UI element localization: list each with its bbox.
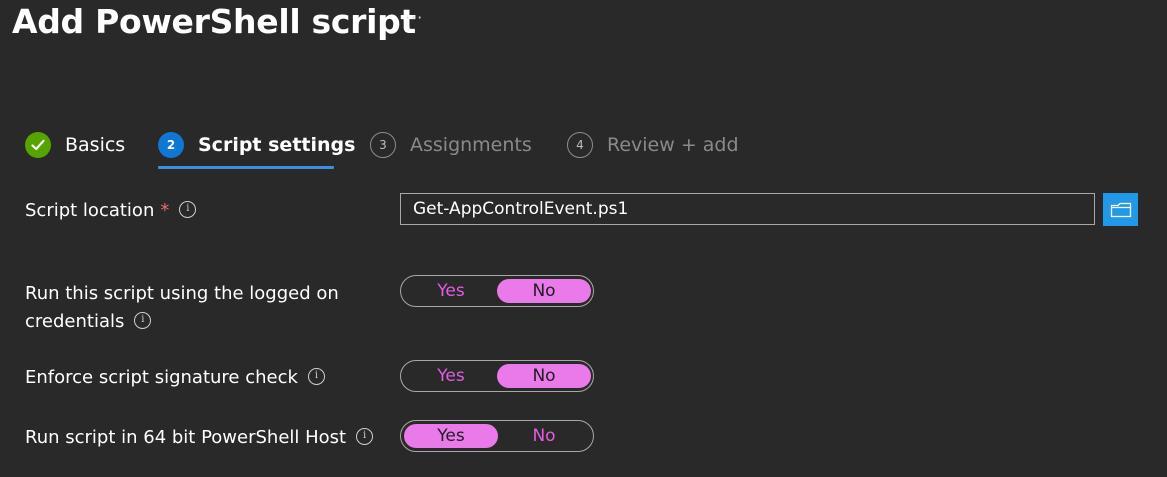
active-step-underline bbox=[158, 166, 334, 169]
run-logged-on-no-option[interactable]: No bbox=[497, 279, 591, 303]
run-logged-on-label-line1: Run this script using the logged on bbox=[25, 283, 339, 304]
add-powershell-script-page: Add PowerShell script ··· Basics 2 Scrip… bbox=[0, 0, 1167, 477]
run-64bit-label: Run script in 64 bit PowerShell Host i bbox=[25, 424, 374, 452]
run-64bit-toggle[interactable]: Yes No bbox=[400, 420, 594, 452]
run-logged-on-toggle[interactable]: Yes No bbox=[400, 275, 594, 307]
step-review-add[interactable]: 4 Review + add bbox=[567, 128, 739, 162]
step-number-badge: 3 bbox=[370, 132, 396, 158]
info-icon[interactable]: i bbox=[179, 200, 197, 218]
step-number-badge: 4 bbox=[567, 132, 593, 158]
step-basics[interactable]: Basics bbox=[25, 128, 125, 162]
step-review-add-label: Review + add bbox=[607, 134, 739, 156]
run-64bit-label-text: Run script in 64 bit PowerShell Host bbox=[25, 427, 347, 448]
required-asterisk: * bbox=[160, 200, 170, 221]
browse-folder-button[interactable] bbox=[1103, 193, 1138, 226]
more-options-button[interactable]: ··· bbox=[405, 8, 423, 27]
run-64bit-no-option[interactable]: No bbox=[497, 424, 591, 448]
folder-icon bbox=[1110, 202, 1131, 217]
step-script-settings[interactable]: 2 Script settings bbox=[158, 128, 355, 162]
run-logged-on-label-line2: credentials bbox=[25, 311, 125, 332]
checkmark-icon bbox=[25, 132, 51, 158]
enforce-signature-yes-option[interactable]: Yes bbox=[404, 364, 498, 388]
step-assignments-label: Assignments bbox=[410, 134, 532, 156]
enforce-signature-label-text: Enforce script signature check bbox=[25, 367, 298, 388]
run-logged-on-label: Run this script using the logged on cred… bbox=[25, 280, 339, 336]
step-assignments[interactable]: 3 Assignments bbox=[370, 128, 532, 162]
enforce-signature-toggle[interactable]: Yes No bbox=[400, 360, 594, 392]
run-logged-on-yes-option[interactable]: Yes bbox=[404, 279, 498, 303]
info-icon[interactable]: i bbox=[134, 311, 152, 329]
script-location-label-text: Script location bbox=[25, 200, 155, 221]
script-location-label: Script location * i bbox=[25, 197, 197, 225]
info-icon[interactable]: i bbox=[356, 427, 374, 445]
enforce-signature-label: Enforce script signature check i bbox=[25, 364, 325, 392]
step-basics-label: Basics bbox=[65, 134, 126, 156]
enforce-signature-no-option[interactable]: No bbox=[497, 364, 591, 388]
script-location-input[interactable]: Get-AppControlEvent.ps1 bbox=[400, 193, 1095, 225]
info-icon[interactable]: i bbox=[307, 367, 325, 385]
run-64bit-yes-option[interactable]: Yes bbox=[404, 424, 498, 448]
page-title: Add PowerShell script bbox=[12, 2, 416, 41]
step-number-badge: 2 bbox=[158, 132, 184, 158]
step-script-settings-label: Script settings bbox=[198, 134, 356, 156]
